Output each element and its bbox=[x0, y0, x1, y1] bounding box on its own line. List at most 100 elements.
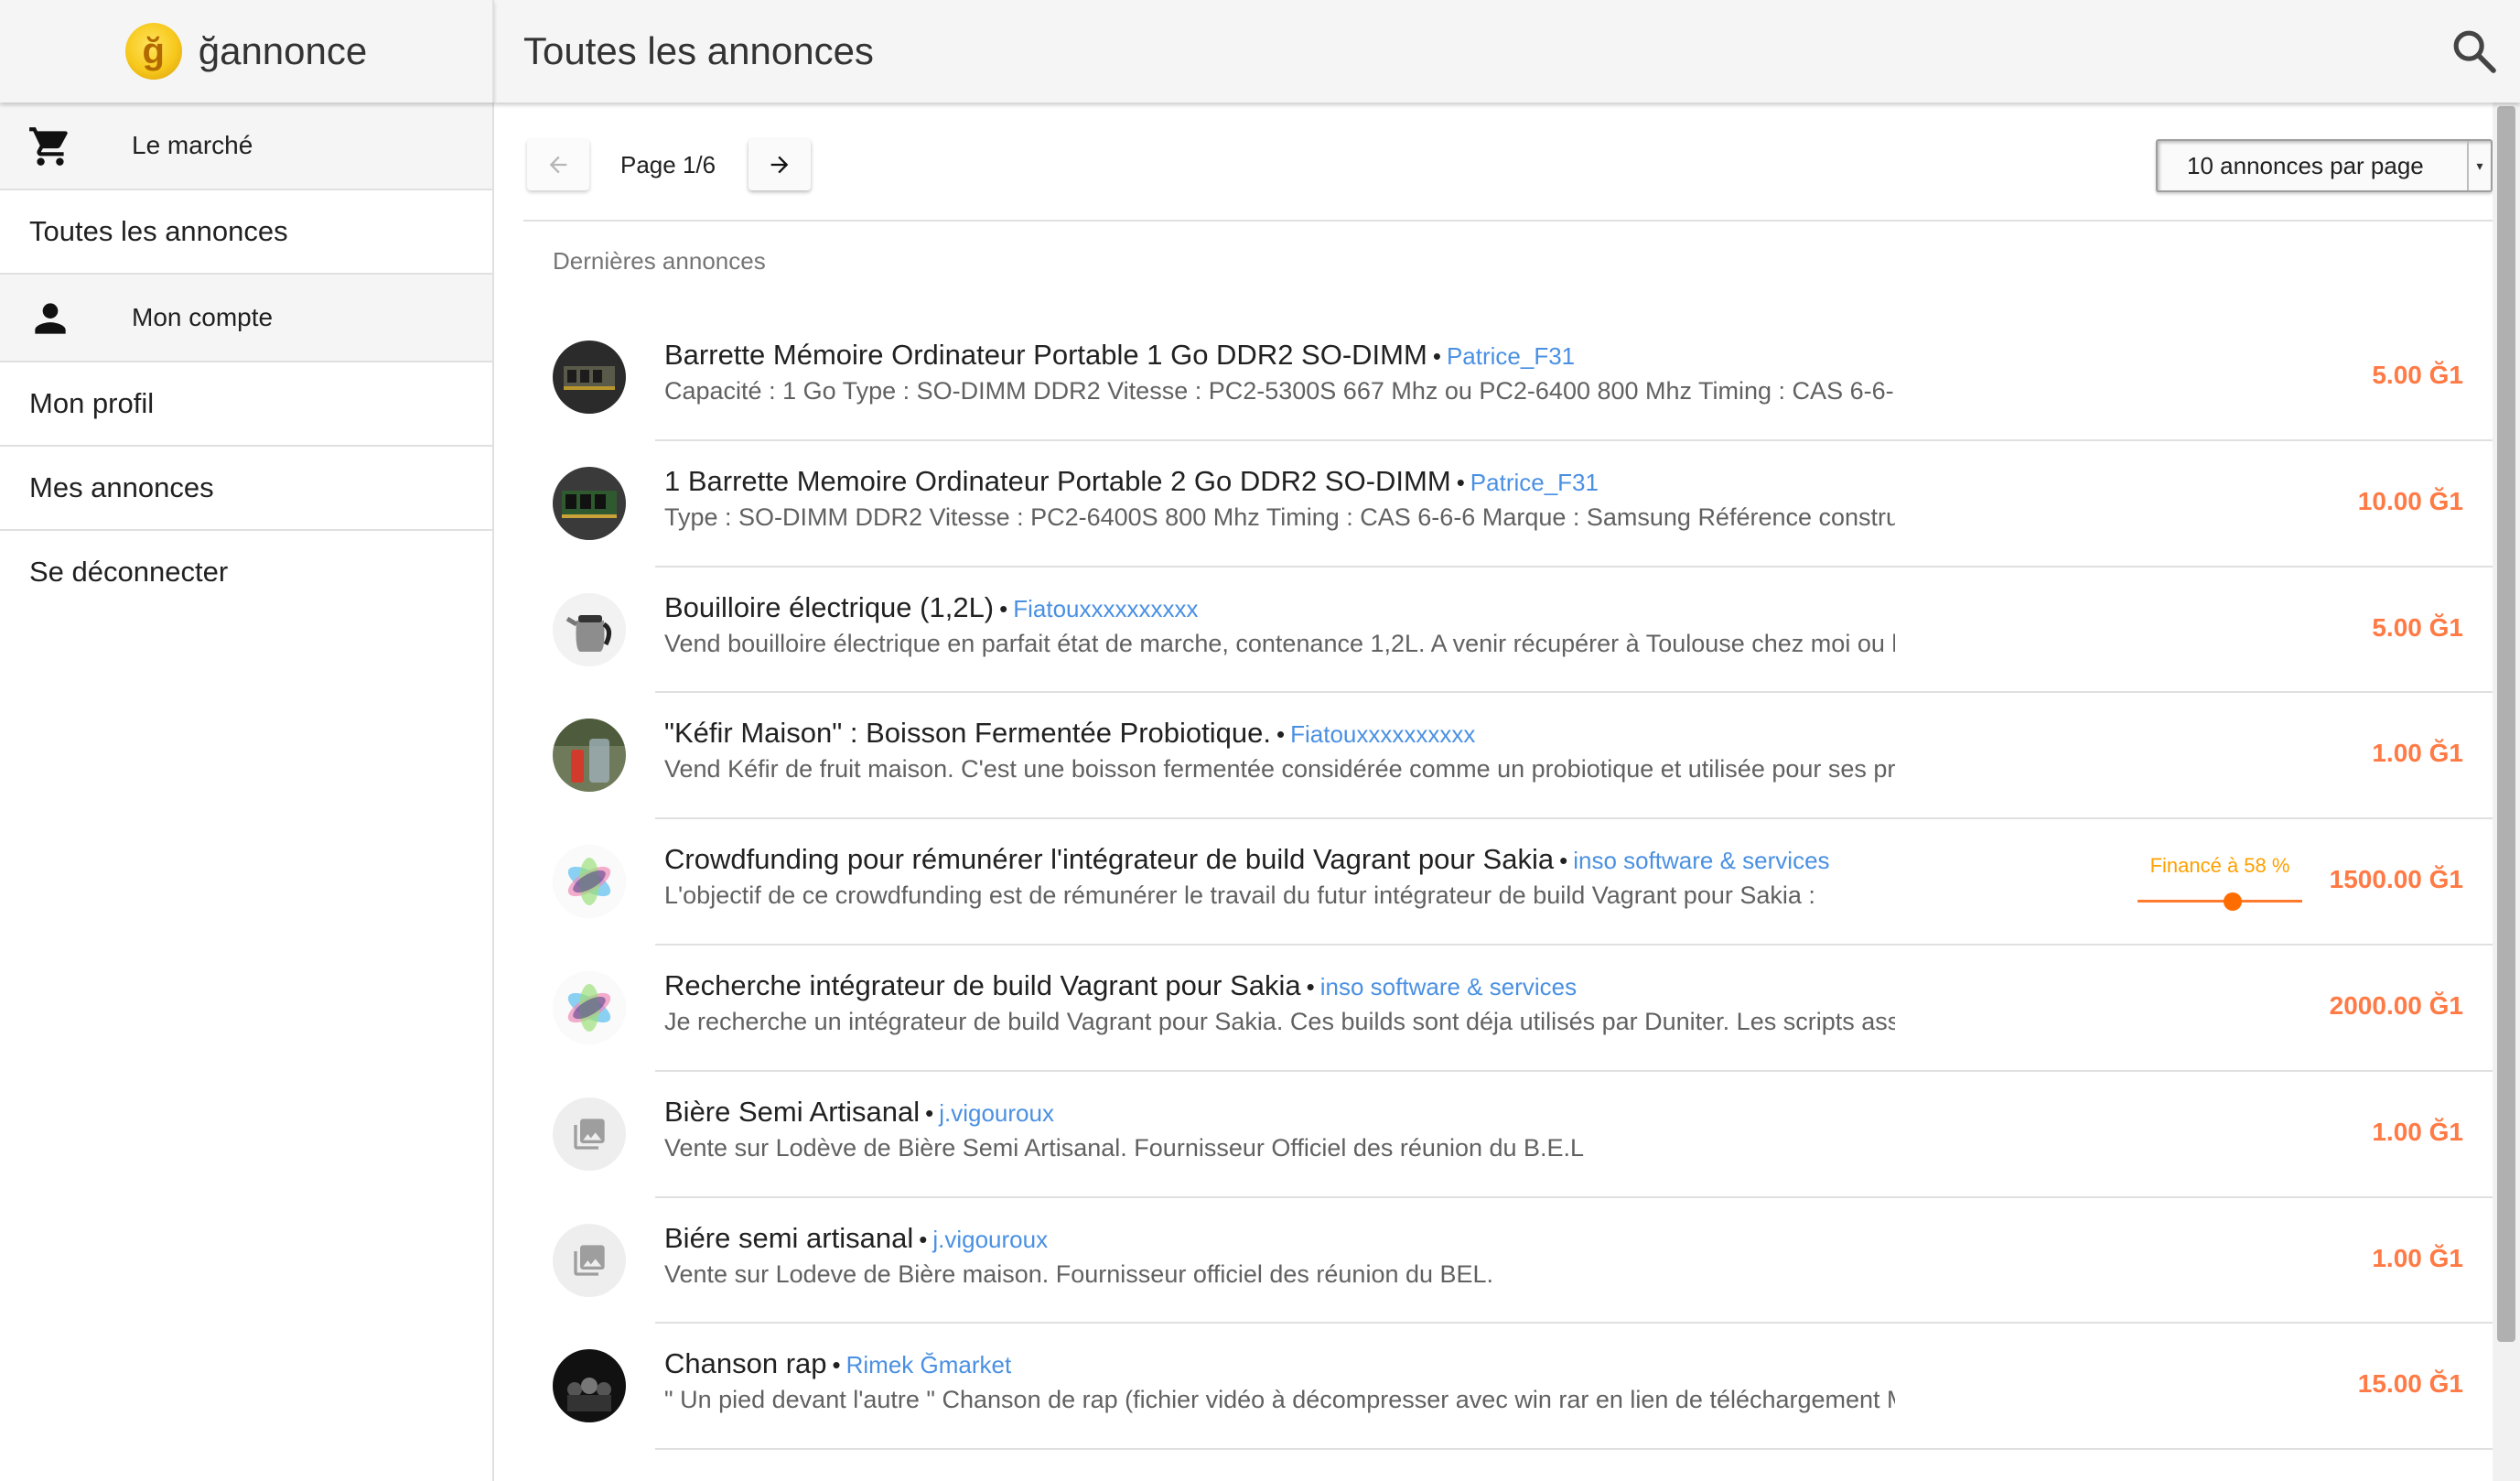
sidebar-section-market[interactable]: Le marché bbox=[0, 103, 492, 190]
thumbnail-image bbox=[553, 970, 626, 1044]
listing-description: Vend Kéfir de fruit maison. C'est une bo… bbox=[664, 755, 1895, 784]
thumbnail-image bbox=[553, 592, 626, 666]
funding-track bbox=[2138, 900, 2302, 903]
listing-price: 1.00 Ğ1 bbox=[2372, 1117, 2463, 1146]
listing-author-link[interactable]: Fiatouxxxxxxxxxx bbox=[1013, 595, 1198, 622]
image-placeholder-icon bbox=[574, 1244, 605, 1276]
listing-description: Type : SO-DIMM DDR2 Vitesse : PC2-6400S … bbox=[664, 503, 1895, 531]
listing-title-line: Crowdfunding pour rémunérer l'intégrateu… bbox=[664, 843, 1830, 876]
separator-dot: • bbox=[832, 1351, 841, 1379]
listing-title: Crowdfunding pour rémunérer l'intégrateu… bbox=[664, 843, 1555, 876]
image-placeholder-icon bbox=[574, 1119, 605, 1150]
listing-author-link[interactable]: Fiatouxxxxxxxxxx bbox=[1290, 720, 1475, 748]
main-content: Page 1/6 10 annonces par page ▾ Dernière… bbox=[494, 103, 2493, 1481]
sidebar-item-all-listings[interactable]: Toutes les annonces bbox=[0, 190, 492, 275]
listing-row[interactable]: 1 Barrette Memoire Ordinateur Portable 2… bbox=[494, 441, 2493, 568]
listing-title-line: Chanson rap • Rimek Ğmarket bbox=[664, 1347, 1011, 1380]
listing-thumbnail bbox=[553, 719, 626, 793]
logo-icon: ğ bbox=[124, 23, 182, 80]
per-page-select[interactable]: 10 annonces par page ▾ bbox=[2156, 139, 2493, 192]
separator-dot: • bbox=[1559, 847, 1568, 875]
listing-title-line: "Kéfir Maison" : Boisson Fermentée Probi… bbox=[664, 717, 1475, 750]
thumbnail-image bbox=[553, 341, 626, 414]
listing-price: 2000.00 Ğ1 bbox=[2329, 990, 2463, 1020]
arrow-right-icon bbox=[770, 156, 789, 174]
listing-description: Je recherche un intégrateur de build Vag… bbox=[664, 1007, 1895, 1035]
listing-row[interactable]: Recherche intégrateur de build Vagrant p… bbox=[494, 946, 2493, 1072]
listing-thumbnail bbox=[553, 1349, 626, 1423]
listing-title-line: Biére semi artisanal • j.vigouroux bbox=[664, 1222, 1048, 1255]
separator-dot: • bbox=[999, 594, 1008, 622]
listing-title: Recherche intégrateur de build Vagrant p… bbox=[664, 968, 1301, 1001]
separator-dot: • bbox=[925, 1098, 934, 1127]
next-page-button[interactable] bbox=[748, 139, 811, 190]
separator-dot: • bbox=[1306, 972, 1315, 1000]
listing-title-line: Barrette Mémoire Ordinateur Portable 1 G… bbox=[664, 339, 1575, 372]
funding-progress: Financé à 58 % bbox=[2138, 854, 2302, 912]
listing-title: 1 Barrette Memoire Ordinateur Portable 2… bbox=[664, 464, 1451, 497]
listing-title: Chanson rap bbox=[664, 1347, 827, 1380]
page-indicator: Page 1/6 bbox=[620, 151, 716, 178]
search-button[interactable] bbox=[2449, 26, 2500, 77]
listing-description: " Un pied devant l'autre " Chanson de ra… bbox=[664, 1386, 1895, 1414]
listing-row[interactable]: "Kéfir Maison" : Boisson Fermentée Probi… bbox=[494, 693, 2493, 820]
listing-row[interactable]: Crowdfunding pour rémunérer l'intégrateu… bbox=[494, 819, 2493, 946]
listing-price: 1.00 Ğ1 bbox=[2372, 1243, 2463, 1272]
thumbnail-image bbox=[553, 845, 626, 919]
separator-dot: • bbox=[919, 1225, 928, 1253]
brand-name: ğannonce bbox=[198, 29, 368, 72]
sidebar-item-profile[interactable]: Mon profil bbox=[0, 362, 492, 447]
separator-dot: • bbox=[1276, 720, 1286, 749]
listing-row[interactable]: Bouilloire électrique (1,2L) • Fiatouxxxxx… bbox=[494, 568, 2493, 694]
listing-author-link[interactable]: j.vigouroux bbox=[939, 1099, 1054, 1127]
per-page-select-value: 10 annonces par page bbox=[2187, 151, 2424, 179]
listing-description: Vente sur Lodeve de Bière maison. Fourni… bbox=[664, 1259, 1494, 1288]
listing-thumbnail bbox=[553, 341, 626, 414]
listing-price: 1.00 Ğ1 bbox=[2372, 739, 2463, 768]
sidebar-section-account[interactable]: Mon compte bbox=[0, 275, 492, 362]
listing-thumbnail bbox=[553, 466, 626, 540]
scrollbar[interactable] bbox=[2493, 103, 2520, 1481]
prev-page-button[interactable] bbox=[527, 139, 589, 190]
pagination-bar: Page 1/6 10 annonces par page ▾ bbox=[494, 103, 2493, 220]
sidebar-section-market-label: Le marché bbox=[132, 131, 253, 159]
listing-price: 5.00 Ğ1 bbox=[2372, 361, 2463, 389]
listing-thumbnail bbox=[553, 1097, 626, 1171]
listing-row[interactable]: Chanson rap • Rimek Ğmarket " Un pied devan… bbox=[494, 1324, 2493, 1451]
listing-price: 15.00 Ğ1 bbox=[2357, 1369, 2463, 1399]
listing-thumbnail bbox=[553, 845, 626, 919]
listing-title: Barrette Mémoire Ordinateur Portable 1 G… bbox=[664, 339, 1427, 371]
scrollbar-thumb[interactable] bbox=[2497, 106, 2515, 1342]
listing-author-link[interactable]: j.vigouroux bbox=[932, 1226, 1048, 1253]
listing-price: 1500.00 Ğ1 bbox=[2329, 865, 2463, 894]
listing-row[interactable]: Barrette Mémoire Ordinateur Portable 1 G… bbox=[494, 315, 2493, 441]
funding-knob bbox=[2224, 892, 2243, 912]
separator-dot: • bbox=[1432, 342, 1441, 370]
listing-author-link[interactable]: Patrice_F31 bbox=[1447, 342, 1575, 370]
section-label: Dernières annonces bbox=[553, 247, 766, 275]
listing-title-line: Recherche intégrateur de build Vagrant p… bbox=[664, 969, 1577, 1002]
listing-author-link[interactable]: Rimek Ğmarket bbox=[846, 1351, 1012, 1378]
funding-label: Financé à 58 % bbox=[2149, 854, 2290, 878]
listing-row[interactable]: Bière Semi Artisanal • j.vigouroux Vente su… bbox=[494, 1072, 2493, 1198]
divider bbox=[523, 220, 2493, 222]
thumbnail-image bbox=[553, 719, 626, 793]
listing-list: Barrette Mémoire Ordinateur Portable 1 G… bbox=[494, 315, 2493, 1451]
listing-price: 10.00 Ğ1 bbox=[2357, 486, 2463, 515]
person-icon bbox=[35, 303, 66, 334]
listing-title: Biére semi artisanal bbox=[664, 1221, 914, 1254]
listing-description: Vente sur Lodève de Bière Semi Artisanal… bbox=[664, 1133, 1585, 1162]
listing-thumbnail bbox=[553, 970, 626, 1044]
arrow-left-icon bbox=[549, 156, 567, 174]
cart-icon bbox=[29, 127, 68, 166]
listing-author-link[interactable]: Patrice_F31 bbox=[1470, 469, 1599, 496]
sidebar-item-my-listings[interactable]: Mes annonces bbox=[0, 447, 492, 531]
sidebar-section-account-label: Mon compte bbox=[132, 303, 274, 331]
listing-title-line: Bière Semi Artisanal • j.vigouroux bbox=[664, 1096, 1054, 1129]
listing-row[interactable]: Biére semi artisanal • j.vigouroux Vente su… bbox=[494, 1198, 2493, 1324]
sidebar-item-logout[interactable]: Se déconnecter bbox=[0, 531, 492, 613]
listing-author-link[interactable]: inso software & services bbox=[1320, 973, 1577, 1000]
listing-author-link[interactable]: inso software & services bbox=[1573, 847, 1829, 874]
thumbnail-image bbox=[553, 1349, 626, 1423]
brand-bar[interactable]: ğ ğannonce bbox=[0, 0, 494, 103]
